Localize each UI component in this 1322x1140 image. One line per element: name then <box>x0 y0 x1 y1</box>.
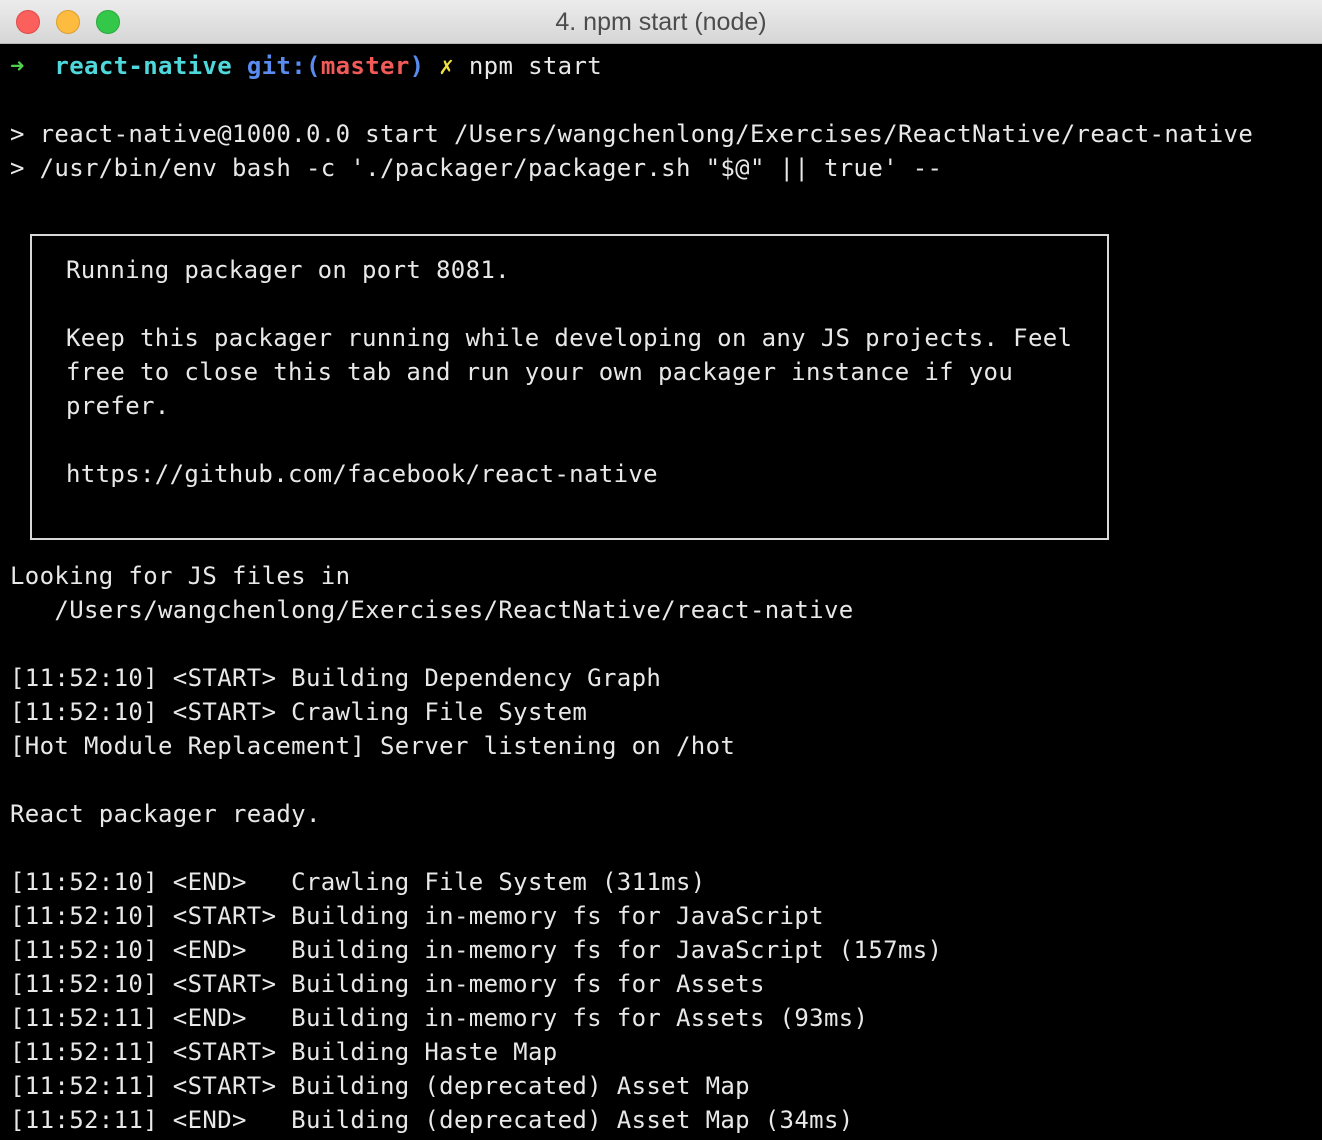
banner-url: https://github.com/facebook/react-native <box>66 460 658 488</box>
prompt-git-close: ) <box>409 52 425 80</box>
output-line: Looking for JS files in <box>10 562 351 590</box>
banner-port-line: Running packager on port 8081. <box>66 256 510 284</box>
prompt-command: npm start <box>468 52 603 80</box>
output-line: /Users/wangchenlong/Exercises/ReactNativ… <box>10 596 854 624</box>
banner-message-line: free to close this tab and run your own … <box>66 358 1014 386</box>
title-bar[interactable]: 4. npm start (node) <box>0 0 1322 44</box>
prompt-dirty-icon: ✗ <box>439 52 455 80</box>
output-line: > /usr/bin/env bash -c './packager/packa… <box>10 154 943 182</box>
prompt-branch: master <box>320 52 410 80</box>
log-line: [11:52:10] <START> Building in-memory fs… <box>10 902 824 930</box>
log-line: [11:52:10] <START> Building in-memory fs… <box>10 970 765 998</box>
banner-message-line: Keep this packager running while develop… <box>66 324 1073 352</box>
log-line: [Hot Module Replacement] Server listenin… <box>10 732 736 760</box>
terminal-output[interactable]: ➜ react-native git:(master) ✗ npm start … <box>0 45 1322 1140</box>
log-line: [11:52:11] <END> Building in-memory fs f… <box>10 1004 869 1032</box>
log-line: [11:52:10] <START> Building Dependency G… <box>10 664 662 692</box>
output-line: > react-native@1000.0.0 start /Users/wan… <box>10 120 1254 148</box>
prompt-directory: react-native <box>54 52 233 80</box>
prompt-arrow-icon: ➜ <box>10 52 25 80</box>
shell-prompt: ➜ react-native git:(master) ✗ npm start <box>10 49 602 83</box>
log-line: [11:52:10] <START> Crawling File System <box>10 698 588 726</box>
log-line: [11:52:11] <START> Building Haste Map <box>10 1038 558 1066</box>
ready-line: React packager ready. <box>10 800 321 828</box>
prompt-git-label: git:( <box>246 52 321 80</box>
log-line: [11:52:11] <END> Building (deprecated) A… <box>10 1106 854 1134</box>
log-line: [11:52:10] <END> Crawling File System (3… <box>10 868 706 896</box>
banner-message-line: prefer. <box>66 392 170 420</box>
log-line: [11:52:10] <END> Building in-memory fs f… <box>10 936 943 964</box>
terminal-window: 4. npm start (node) ➜ react-native git:(… <box>0 0 1322 1140</box>
log-line: [11:52:11] <START> Building (deprecated)… <box>10 1072 750 1100</box>
window-title: 4. npm start (node) <box>555 8 767 36</box>
